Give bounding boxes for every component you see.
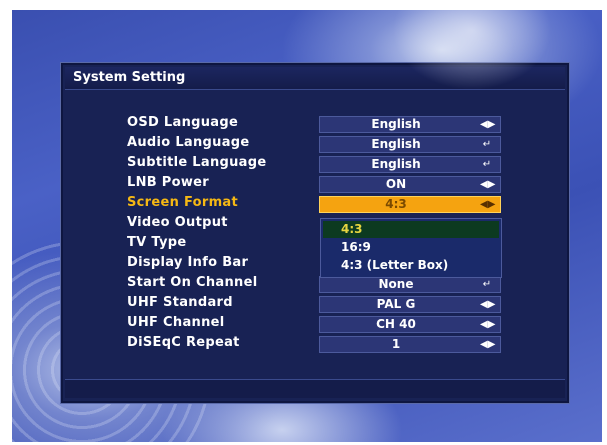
- enter-icon: ↵: [482, 139, 492, 150]
- left-right-arrows-icon: ◀▶: [480, 299, 496, 310]
- setting-value: English: [371, 157, 421, 171]
- left-right-arrows-icon: ◀▶: [480, 339, 496, 350]
- setting-label: Display Info Bar: [127, 255, 249, 270]
- setting-value: 1: [391, 337, 401, 351]
- enter-icon: ↵: [482, 279, 492, 290]
- setting-value-box[interactable]: PAL G ◀▶: [319, 296, 501, 313]
- title-bar: System Setting: [65, 67, 565, 90]
- setting-value: PAL G: [376, 297, 416, 311]
- setting-row-lnb-power[interactable]: LNB Power ON ◀▶: [127, 175, 507, 193]
- setting-value: None: [378, 277, 414, 291]
- left-right-arrows-icon: ◀▶: [480, 119, 496, 130]
- dropdown-option-4-3[interactable]: 4:3: [323, 221, 499, 238]
- setting-value-box[interactable]: English ◀▶: [319, 116, 501, 133]
- setting-row-uhf-standard[interactable]: UHF Standard PAL G ◀▶: [127, 295, 507, 313]
- setting-label: Video Output: [127, 215, 228, 230]
- setting-value: 4:3: [385, 197, 407, 211]
- page-title: System Setting: [73, 70, 186, 85]
- setting-value-box[interactable]: English ↵: [319, 156, 501, 173]
- left-right-arrows-icon: ◀▶: [480, 199, 496, 210]
- setting-row-screen-format[interactable]: Screen Format 4:3 ◀▶: [127, 195, 507, 213]
- setting-value: CH 40: [376, 317, 416, 331]
- setting-label: TV Type: [127, 235, 187, 250]
- screen-format-dropdown[interactable]: 4:3 16:9 4:3 (Letter Box): [320, 218, 502, 278]
- setting-label: OSD Language: [127, 115, 239, 130]
- setting-row-audio-language[interactable]: Audio Language English ↵: [127, 135, 507, 153]
- left-right-arrows-icon: ◀▶: [480, 319, 496, 330]
- setting-row-osd-language[interactable]: OSD Language English ◀▶: [127, 115, 507, 133]
- setting-value-box[interactable]: CH 40 ◀▶: [319, 316, 501, 333]
- setting-row-uhf-channel[interactable]: UHF Channel CH 40 ◀▶: [127, 315, 507, 333]
- dropdown-option-16-9[interactable]: 16:9: [323, 239, 499, 256]
- bottom-bar: [65, 379, 565, 398]
- setting-label: UHF Standard: [127, 295, 233, 310]
- setting-value-box[interactable]: None ↵: [319, 276, 501, 293]
- left-right-arrows-icon: ◀▶: [480, 179, 496, 190]
- setting-value-box[interactable]: 1 ◀▶: [319, 336, 501, 353]
- setting-value: English: [371, 137, 421, 151]
- dropdown-option-4-3-letter-box[interactable]: 4:3 (Letter Box): [323, 257, 499, 274]
- setting-value: English: [371, 117, 421, 131]
- setting-label: DiSEqC Repeat: [127, 335, 240, 350]
- setting-label: UHF Channel: [127, 315, 225, 330]
- setting-label: Start On Channel: [127, 275, 258, 290]
- setting-value-box[interactable]: English ↵: [319, 136, 501, 153]
- setting-label: Screen Format: [127, 195, 239, 210]
- setting-row-diseqc-repeat[interactable]: DiSEqC Repeat 1 ◀▶: [127, 335, 507, 353]
- setting-value-box[interactable]: ON ◀▶: [319, 176, 501, 193]
- enter-icon: ↵: [482, 159, 492, 170]
- setting-row-subtitle-language[interactable]: Subtitle Language English ↵: [127, 155, 507, 173]
- tv-screen: System Setting OSD Language English ◀▶ A…: [12, 10, 602, 442]
- setting-value-box[interactable]: 4:3 ◀▶: [319, 196, 501, 213]
- setting-label: LNB Power: [127, 175, 209, 190]
- setting-label: Subtitle Language: [127, 155, 267, 170]
- setting-value: ON: [385, 177, 407, 191]
- setting-label: Audio Language: [127, 135, 250, 150]
